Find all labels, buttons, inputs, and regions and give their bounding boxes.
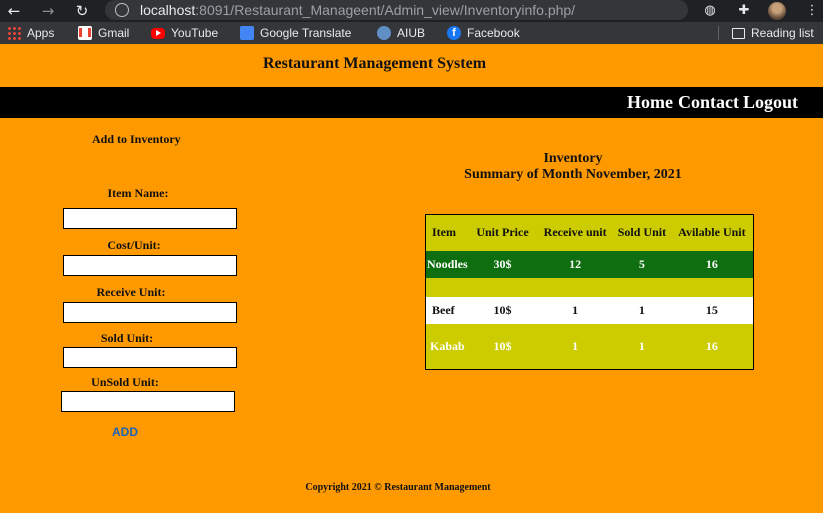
- site-info-icon[interactable]: [115, 3, 129, 17]
- cell-unit-price: 10$: [467, 296, 538, 324]
- bookmark-aiub[interactable]: AIUB: [377, 25, 425, 41]
- cost-unit-input[interactable]: [63, 255, 237, 276]
- spacer-cell: [425, 277, 754, 297]
- cost-unit-label: Cost/Unit:: [107, 238, 161, 252]
- cell-receive: 12: [537, 250, 614, 278]
- cell-item: Noodles: [425, 250, 468, 278]
- item-name-label: Item Name:: [107, 186, 169, 200]
- reading-list-button[interactable]: Reading list: [732, 25, 814, 41]
- table-row: Kabab 10$ 1 1 16: [425, 323, 754, 370]
- profile-avatar[interactable]: [768, 2, 786, 20]
- forward-arrow-icon[interactable]: →: [38, 1, 58, 21]
- apps-icon: [7, 26, 21, 40]
- nav-contact-link[interactable]: Contact: [678, 92, 739, 112]
- url-text: localhost:8091/Restaurant_Manageent/Admi…: [140, 2, 576, 18]
- unsold-unit-input[interactable]: [61, 391, 235, 412]
- bookmark-gmail[interactable]: Gmail: [78, 25, 129, 41]
- aiub-icon: [377, 26, 391, 40]
- browser-toolbar: ← → ↻ localhost:8091/Restaurant_Manageen…: [0, 0, 823, 22]
- nav-logout-link[interactable]: Logout: [743, 92, 798, 112]
- cell-sold: 1: [613, 296, 671, 324]
- bookmark-youtube[interactable]: YouTube: [151, 25, 218, 41]
- address-bar[interactable]: localhost:8091/Restaurant_Manageent/Admi…: [105, 0, 688, 20]
- receive-unit-label: Receive Unit:: [96, 285, 166, 299]
- facebook-icon: f: [447, 26, 461, 40]
- table-spacer-row: [425, 277, 754, 297]
- cell-receive: 1: [537, 296, 614, 324]
- sold-unit-label: Sold Unit:: [100, 331, 154, 345]
- col-header-unit-price: Unit Price: [476, 225, 529, 240]
- receive-unit-input[interactable]: [63, 302, 237, 323]
- bookmark-separator: [718, 26, 719, 40]
- youtube-icon: [151, 27, 165, 39]
- form-title: Add to Inventory: [92, 132, 181, 146]
- inventory-heading: Inventory: [543, 151, 603, 166]
- bookmark-google-translate[interactable]: Google Translate: [240, 25, 351, 41]
- nav-home-link[interactable]: Home: [627, 92, 673, 112]
- reload-icon[interactable]: ↻: [72, 1, 92, 21]
- col-header-receive-unit: Receive unit: [543, 225, 607, 240]
- cell-item: Kabab: [425, 323, 468, 370]
- bookmarks-bar: Apps Gmail YouTube Google Translate AIUB…: [0, 22, 823, 44]
- cell-sold: 5: [613, 250, 671, 278]
- col-header-item: Item: [432, 225, 456, 240]
- cell-available: 15: [670, 296, 754, 324]
- extensions-icon[interactable]: ✚: [734, 1, 754, 21]
- cell-available: 16: [670, 250, 754, 278]
- gmail-icon: [78, 26, 92, 40]
- globe-icon[interactable]: ◍: [700, 1, 720, 21]
- bookmark-facebook[interactable]: f Facebook: [447, 25, 520, 41]
- unsold-unit-label: UnSold Unit:: [91, 375, 159, 389]
- site-title: Restaurant Management System: [262, 55, 487, 72]
- cell-receive: 1: [537, 323, 614, 370]
- cell-item: Beef: [425, 296, 468, 324]
- col-header-sold-unit: Sold Unit: [617, 225, 667, 240]
- reading-list-icon: [732, 27, 745, 39]
- back-arrow-icon[interactable]: ←: [4, 1, 24, 21]
- table-row: Beef 10$ 1 1 15: [425, 296, 754, 324]
- bookmark-apps[interactable]: Apps: [7, 25, 54, 41]
- cell-sold: 1: [613, 323, 671, 370]
- sold-unit-input[interactable]: [63, 347, 237, 368]
- inventory-subheading: Summary of Month November, 2021: [464, 167, 682, 182]
- col-header-available-unit: Avilable Unit: [678, 225, 746, 240]
- table-header-row: Item Unit Price Receive unit Sold Unit A…: [426, 215, 754, 251]
- cell-unit-price: 30$: [467, 250, 538, 278]
- footer-copyright: Copyright 2021 © Restaurant Management: [305, 482, 491, 493]
- item-name-input[interactable]: [63, 208, 237, 229]
- cell-available: 16: [670, 323, 754, 370]
- inventory-table: Item Unit Price Receive unit Sold Unit A…: [425, 214, 754, 370]
- main-navbar: Home Contact Logout: [0, 87, 823, 118]
- add-button[interactable]: ADD: [112, 425, 138, 439]
- table-row: Noodles 30$ 12 5 16: [425, 250, 754, 278]
- cell-unit-price: 10$: [467, 323, 538, 370]
- menu-dots-icon[interactable]: ⋮: [802, 1, 822, 21]
- google-translate-icon: [240, 26, 254, 40]
